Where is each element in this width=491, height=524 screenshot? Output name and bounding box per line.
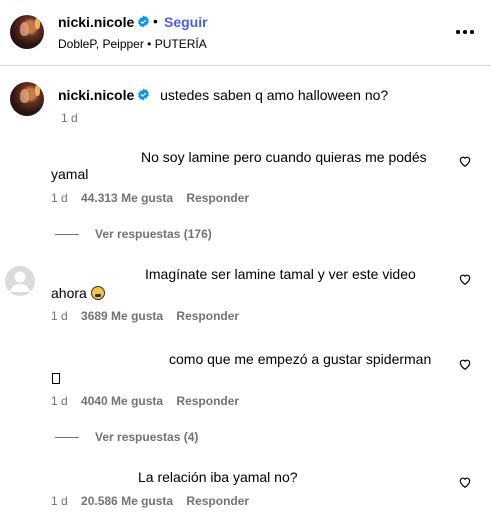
caption-text: ustedes saben q amo halloween no?: [160, 87, 389, 103]
caption: nicki.nicole ustedes saben q amo hallowe…: [58, 87, 388, 103]
caption-time[interactable]: 1 d: [61, 111, 78, 125]
heart-icon[interactable]: [458, 272, 472, 286]
comment-time[interactable]: 1 d: [51, 394, 68, 408]
comment-text-continued: ahora: [51, 285, 105, 301]
comment-meta: 1 d 44.313 Me gusta Responder: [51, 191, 249, 205]
comment-meta: 1 d 4040 Me gusta Responder: [51, 394, 239, 408]
reply-button[interactable]: Responder: [176, 394, 239, 408]
more-options-icon[interactable]: [455, 22, 475, 42]
view-replies-button[interactable]: Ver respuestas (4): [55, 430, 198, 444]
default-avatar[interactable]: [5, 266, 35, 296]
post-header: nicki.nicole • Seguir DobleP, Peipper • …: [0, 0, 491, 66]
missing-glyph-icon: [52, 373, 60, 384]
grimacing-emoji-icon: [90, 286, 105, 300]
view-replies-button[interactable]: Ver respuestas (176): [55, 227, 212, 241]
replies-divider: [55, 437, 79, 439]
comment-text: La relación iba yamal no?: [138, 469, 298, 485]
comment-text-continued: yamal: [51, 166, 89, 182]
comment-time[interactable]: 1 d: [51, 191, 68, 205]
comment-likes[interactable]: 4040 Me gusta: [81, 394, 163, 408]
comment-meta: 1 d 20.586 Me gusta Responder: [51, 494, 249, 508]
reply-button[interactable]: Responder: [186, 191, 249, 205]
verified-badge-icon: [138, 88, 150, 101]
comment-text: No soy lamine pero cuando quieras me pod…: [141, 149, 427, 165]
post-audio-subtitle[interactable]: DobleP, Peipper • PUTERÍA: [58, 37, 207, 51]
verified-badge-icon: [138, 15, 150, 28]
reply-button[interactable]: Responder: [186, 494, 249, 508]
author-username[interactable]: nicki.nicole: [58, 14, 150, 30]
reply-button[interactable]: Responder: [176, 309, 239, 323]
separator-dot: •: [153, 13, 158, 29]
comment-text-continued: [52, 370, 60, 386]
comment-text: como que me empezó a gustar spiderman: [169, 351, 432, 367]
comment-time[interactable]: 1 d: [51, 494, 68, 508]
follow-button[interactable]: Seguir: [164, 14, 208, 30]
caption-username[interactable]: nicki.nicole: [58, 87, 134, 103]
comment-likes[interactable]: 44.313 Me gusta: [81, 191, 173, 205]
heart-icon[interactable]: [458, 357, 472, 371]
comment-likes[interactable]: 3689 Me gusta: [81, 309, 163, 323]
heart-icon[interactable]: [458, 475, 472, 489]
comment-likes[interactable]: 20.586 Me gusta: [81, 494, 173, 508]
caption-avatar[interactable]: [10, 82, 44, 116]
comment-meta: 1 d 3689 Me gusta Responder: [51, 309, 239, 323]
author-avatar[interactable]: [10, 15, 44, 49]
user-placeholder-icon: [10, 271, 30, 292]
comment-text: Imagínate ser lamine tamal y ver este vi…: [145, 266, 416, 282]
heart-icon[interactable]: [458, 154, 472, 168]
replies-divider: [55, 234, 79, 236]
comment-time[interactable]: 1 d: [51, 309, 68, 323]
